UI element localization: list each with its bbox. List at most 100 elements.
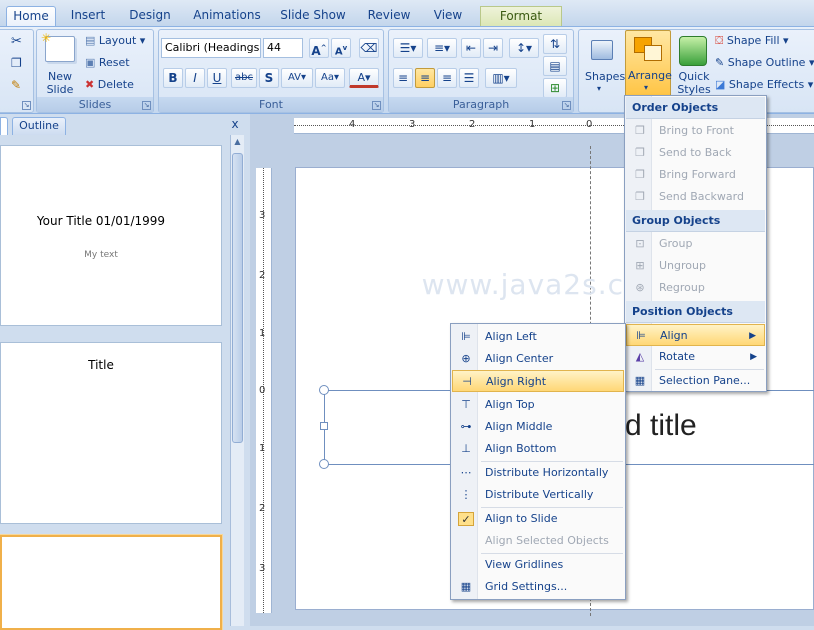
font-launcher-icon[interactable]: ↘ — [372, 101, 381, 110]
justify-button[interactable]: ☰ — [459, 68, 479, 88]
align-to-slide-item[interactable]: ✓ Align to Slide — [452, 508, 624, 530]
copy-icon[interactable]: ❐ — [11, 56, 22, 70]
columns-button[interactable]: ▥▾ — [485, 68, 517, 88]
shape-fill-button[interactable]: ⛋ Shape Fill ▾ — [715, 34, 789, 48]
slides-group-label: Slides — [37, 97, 153, 112]
menu-item-label: Align Bottom — [485, 442, 557, 455]
tab-home[interactable]: Home — [6, 6, 56, 26]
bullets-button[interactable]: ☰▾ — [393, 38, 423, 58]
resize-handle[interactable] — [319, 385, 329, 395]
character-spacing-button[interactable]: AV▾ — [281, 68, 313, 88]
center-text-button[interactable]: ≡ — [415, 68, 435, 88]
decrease-indent-button[interactable]: ⇤ — [461, 38, 481, 58]
bring-to-front-item: ❐ Bring to Front — [626, 120, 765, 142]
underline-button[interactable]: U — [207, 68, 227, 88]
tab-animations[interactable]: Animations — [190, 6, 264, 26]
scroll-thumb[interactable] — [232, 153, 243, 443]
strikethrough-button[interactable]: abc — [231, 68, 257, 88]
tab-design[interactable]: Design — [124, 6, 176, 26]
selection-pane-item[interactable]: ▦ Selection Pane... — [626, 370, 765, 392]
ruler-label: 3 — [259, 563, 266, 574]
distribute-horizontally-icon: ⋯ — [460, 466, 472, 479]
slides-launcher-icon[interactable]: ↘ — [142, 101, 151, 110]
increase-indent-button[interactable]: ⇥ — [483, 38, 503, 58]
send-backward-icon: ❐ — [635, 190, 645, 203]
rotate-item[interactable]: ◭ Rotate ▶ — [626, 346, 765, 368]
font-group: Calibri (Headings 44 A^ Av ⌫ B I U abc S… — [158, 29, 384, 113]
reset-button[interactable]: ▣ Reset — [85, 56, 130, 69]
tab-slide-show[interactable]: Slide Show — [278, 6, 348, 26]
menu-item-label: Align Selected Objects — [485, 534, 609, 547]
distribute-horizontally-item[interactable]: ⋯ Distribute Horizontally — [452, 462, 624, 484]
change-case-button[interactable]: Aa▾ — [315, 68, 345, 88]
arrange-button[interactable]: Arrange ▾ — [625, 30, 672, 98]
distribute-vertically-item[interactable]: ⋮ Distribute Vertically — [452, 484, 624, 506]
menu-item-label: Align Left — [485, 330, 537, 343]
submenu-arrow-icon: ▶ — [750, 352, 757, 362]
tab-slides[interactable] — [0, 117, 8, 135]
tab-view[interactable]: View — [426, 6, 470, 26]
grow-font-button[interactable]: A^ — [309, 38, 329, 58]
shrink-font-button[interactable]: Av — [331, 38, 351, 58]
scroll-up-icon[interactable]: ▲ — [232, 137, 243, 149]
layout-button[interactable]: ▤ Layout ▾ — [85, 34, 145, 47]
menu-item-label: Bring Forward — [659, 168, 736, 181]
text-direction-icon[interactable]: ⇅ — [543, 34, 567, 54]
regroup-icon: ⊛ — [635, 281, 645, 294]
pen-icon: ✎ — [715, 56, 728, 69]
line-spacing-button[interactable]: ↕▾ — [509, 38, 539, 58]
send-to-back-icon: ❐ — [635, 146, 645, 159]
align-item[interactable]: ⊫ Align ▶ — [626, 324, 765, 346]
delete-label: Delete — [97, 78, 134, 91]
quick-styles-icon — [679, 36, 707, 66]
format-painter-icon[interactable]: ✎ — [11, 78, 21, 92]
tab-review[interactable]: Review — [364, 6, 414, 26]
align-text-icon[interactable]: ▤ — [543, 56, 567, 76]
grid-settings-item[interactable]: ▦ Grid Settings... — [452, 576, 624, 598]
clipboard-launcher-icon[interactable]: ↘ — [22, 101, 31, 110]
align-top-item[interactable]: ⊤ Align Top — [452, 394, 624, 416]
slide-thumbnail-2[interactable]: Title — [0, 342, 222, 524]
numbering-button[interactable]: ≡▾ — [427, 38, 457, 58]
tab-insert[interactable]: Insert — [64, 6, 112, 26]
menu-item-label: Rotate — [659, 350, 696, 363]
align-right-text-button[interactable]: ≡ — [437, 68, 457, 88]
shapes-dropdown-icon[interactable]: ▾ — [597, 84, 601, 93]
align-selected-objects-item: Align Selected Objects — [452, 530, 624, 552]
slides-pane-scrollbar[interactable]: ▲ — [230, 135, 244, 626]
paragraph-launcher-icon[interactable]: ↘ — [562, 101, 571, 110]
quick-styles-button[interactable]: Quick Styles — [675, 70, 713, 96]
new-slide-button[interactable]: New Slide — [43, 70, 77, 96]
align-middle-item[interactable]: ⊶ Align Middle — [452, 416, 624, 438]
align-center-item[interactable]: ⊕ Align Center — [452, 348, 624, 370]
delete-button[interactable]: ✖ Delete — [85, 78, 134, 91]
shape-effects-button[interactable]: ◪ Shape Effects ▾ — [715, 78, 813, 91]
cut-icon[interactable]: ✂ — [11, 34, 22, 49]
resize-handle[interactable] — [319, 459, 329, 469]
resize-handle[interactable] — [320, 422, 328, 430]
italic-button[interactable]: I — [185, 68, 205, 88]
font-color-button[interactable]: A▾ — [349, 68, 379, 88]
ribbon-tab-bar: Home Insert Design Animations Slide Show… — [0, 0, 814, 26]
bold-button[interactable]: B — [163, 68, 183, 88]
close-pane-icon[interactable]: x — [228, 117, 242, 133]
title-text[interactable]: d title — [625, 409, 697, 443]
slide-thumbnail-1[interactable]: Your Title 01/01/1999 My text — [0, 145, 222, 326]
tab-format[interactable]: Format — [480, 6, 562, 26]
shapes-button[interactable]: Shapes — [585, 70, 625, 83]
align-bottom-item[interactable]: ⊥ Align Bottom — [452, 438, 624, 460]
slide-thumbnail-3[interactable] — [0, 535, 222, 630]
align-left-text-button[interactable]: ≡ — [393, 68, 413, 88]
font-size-combo[interactable]: 44 — [263, 38, 303, 58]
align-left-item[interactable]: ⊫ Align Left — [452, 326, 624, 348]
align-right-item[interactable]: ⊣ Align Right — [452, 370, 624, 392]
shadow-button[interactable]: S — [259, 68, 279, 88]
font-family-combo[interactable]: Calibri (Headings — [161, 38, 261, 58]
view-gridlines-item[interactable]: View Gridlines — [452, 554, 624, 576]
clear-formatting-icon[interactable]: ⌫ — [359, 38, 379, 58]
menu-item-label: Align Middle — [485, 420, 553, 433]
send-to-back-item: ❐ Send to Back — [626, 142, 765, 164]
tab-outline[interactable]: Outline — [12, 117, 66, 135]
shape-outline-button[interactable]: ✎ Shape Outline ▾ — [715, 56, 814, 69]
smartart-icon[interactable]: ⊞ — [543, 78, 567, 98]
